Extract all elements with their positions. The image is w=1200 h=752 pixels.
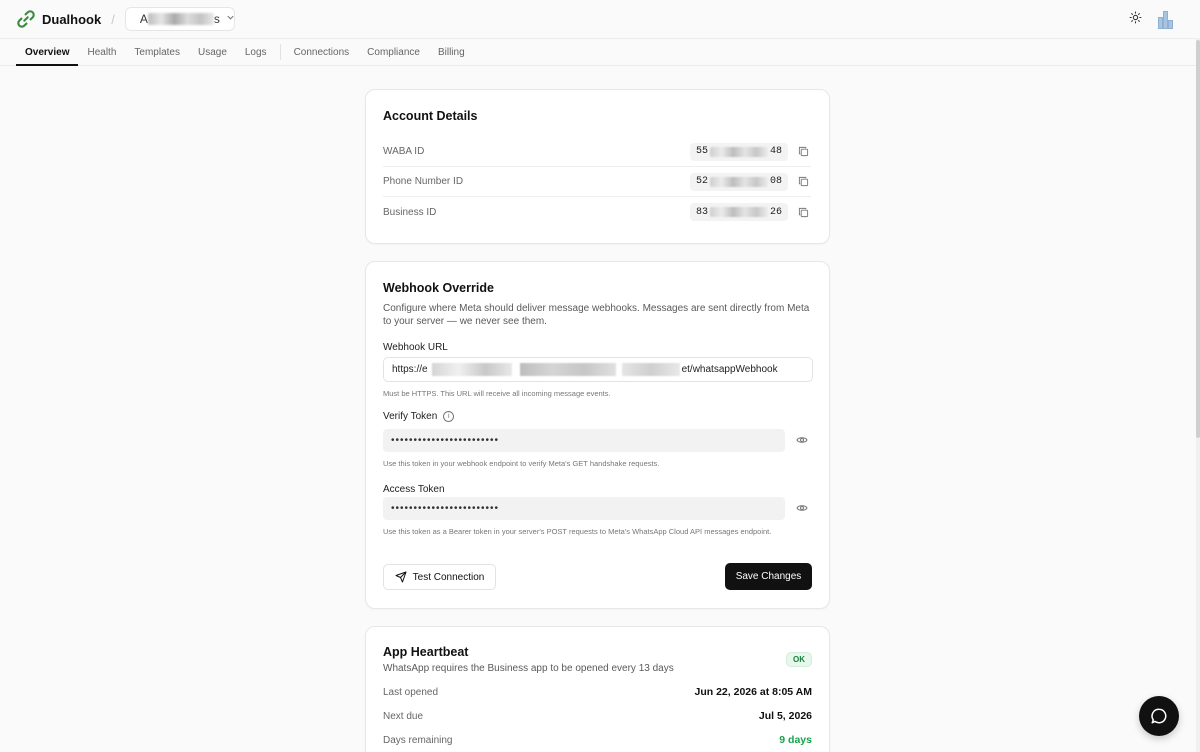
webhook-url-hint: Must be HTTPS. This URL will receive all… xyxy=(383,389,611,398)
tab-templates[interactable]: Templates xyxy=(125,39,189,65)
redacted-value xyxy=(710,207,768,217)
access-token-input[interactable]: •••••••••••••••••••••••• xyxy=(383,497,785,520)
webhook-url-prefix: https://e xyxy=(392,364,428,375)
verify-token-label: Verify Token xyxy=(383,411,438,422)
next-due-row: Next due Jul 5, 2026 xyxy=(383,709,812,723)
status-badge: OK xyxy=(786,652,812,667)
phone-number-id-prefix: 52 xyxy=(696,176,709,187)
copy-icon[interactable] xyxy=(795,207,811,218)
next-due-label: Next due xyxy=(383,710,424,722)
eye-icon[interactable] xyxy=(795,433,809,447)
chat-button[interactable] xyxy=(1139,696,1179,736)
test-connection-button[interactable]: Test Connection xyxy=(383,564,496,590)
chat-bubble-icon xyxy=(1151,708,1167,724)
account-name-prefix: A xyxy=(139,12,148,26)
redacted-value xyxy=(710,146,768,157)
redacted-value xyxy=(710,176,768,187)
tab-billing[interactable]: Billing xyxy=(429,39,474,65)
sun-icon[interactable] xyxy=(1129,11,1142,27)
webhook-override-card: Webhook Override Configure where Meta sh… xyxy=(365,261,830,609)
webhook-override-title: Webhook Override xyxy=(383,281,494,295)
webhook-description: Configure where Meta should deliver mess… xyxy=(383,303,810,327)
webhook-url-input[interactable]: https://e et/whatsappWebhook xyxy=(383,357,813,382)
days-remaining-value: 9 days xyxy=(779,734,812,746)
brand-logo[interactable]: Dualhook xyxy=(16,9,101,29)
business-id-value: 83 26 xyxy=(690,203,788,221)
business-id-row: Business ID 83 26 xyxy=(383,197,811,227)
days-remaining-label: Days remaining xyxy=(383,734,453,746)
copy-icon[interactable] xyxy=(795,176,811,187)
brand-name: Dualhook xyxy=(42,11,102,27)
waba-id-row: WABA ID 55 48 xyxy=(383,137,811,167)
info-icon[interactable]: i xyxy=(443,411,455,422)
phone-number-id-suffix: 08 xyxy=(769,176,782,187)
app-heartbeat-card: App Heartbeat WhatsApp requires the Busi… xyxy=(365,626,830,752)
days-remaining-row: Days remaining 9 days xyxy=(383,733,812,747)
avatar[interactable] xyxy=(1158,9,1173,29)
tab-bar: Overview Health Templates Usage Logs Con… xyxy=(0,38,1196,66)
waba-id-value: 55 48 xyxy=(690,142,788,161)
redacted-url-part xyxy=(519,363,616,376)
top-bar: Dualhook / A s xyxy=(0,0,1200,38)
tab-compliance[interactable]: Compliance xyxy=(358,39,429,65)
business-id-suffix: 26 xyxy=(769,206,782,218)
webhook-url-label: Webhook URL xyxy=(383,342,448,353)
last-opened-label: Last opened xyxy=(383,686,439,698)
test-connection-label: Test Connection xyxy=(412,571,485,583)
account-details-title: Account Details xyxy=(383,109,478,123)
app-heartbeat-title: App Heartbeat xyxy=(383,645,469,659)
chevron-down-icon xyxy=(226,13,235,25)
phone-number-id-row: Phone Number ID 52 08 xyxy=(383,167,811,197)
account-details-card: Account Details WABA ID 55 48 Phone Numb… xyxy=(365,89,830,244)
save-changes-button[interactable]: Save Changes xyxy=(725,563,812,590)
phone-number-id-label: Phone Number ID xyxy=(383,176,464,187)
access-token-label: Access Token xyxy=(383,484,445,495)
send-icon xyxy=(395,571,407,583)
webhook-url-suffix: et/whatsappWebhook xyxy=(681,364,778,375)
next-due-value: Jul 5, 2026 xyxy=(758,710,812,722)
last-opened-value: Jun 22, 2026 at 8:05 AM xyxy=(694,686,813,698)
tab-health[interactable]: Health xyxy=(78,39,125,65)
tab-divider xyxy=(279,44,281,60)
business-id-prefix: 83 xyxy=(696,206,709,218)
redacted-url-part xyxy=(431,363,512,376)
business-id-label: Business ID xyxy=(383,206,437,218)
redacted-url-part xyxy=(621,363,680,376)
waba-id-suffix: 48 xyxy=(769,146,782,157)
access-token-hint: Use this token as a Bearer token in your… xyxy=(383,527,772,536)
breadcrumb-separator: / xyxy=(111,11,115,27)
redacted-account-name xyxy=(147,13,214,25)
last-opened-row: Last opened Jun 22, 2026 at 8:05 AM xyxy=(383,685,812,699)
link-icon xyxy=(17,10,35,28)
account-name-suffix: s xyxy=(213,12,220,26)
tab-connections[interactable]: Connections xyxy=(285,39,359,65)
verify-token-hint: Use this token in your webhook endpoint … xyxy=(383,459,660,468)
waba-id-label: WABA ID xyxy=(383,146,425,157)
verify-token-input[interactable]: •••••••••••••••••••••••• xyxy=(383,429,785,452)
waba-id-prefix: 55 xyxy=(696,146,709,157)
account-switcher[interactable]: A s xyxy=(124,7,235,31)
scrollbar-thumb[interactable] xyxy=(1196,40,1200,438)
eye-icon[interactable] xyxy=(795,501,809,515)
app-heartbeat-subtitle: WhatsApp requires the Business app to be… xyxy=(383,663,674,674)
tab-usage[interactable]: Usage xyxy=(189,39,236,65)
tab-overview[interactable]: Overview xyxy=(16,39,79,66)
phone-number-id-value: 52 08 xyxy=(690,172,788,191)
verify-token-label-row: Verify Token i xyxy=(383,411,455,422)
tab-logs[interactable]: Logs xyxy=(236,39,276,65)
copy-icon[interactable] xyxy=(795,146,811,157)
